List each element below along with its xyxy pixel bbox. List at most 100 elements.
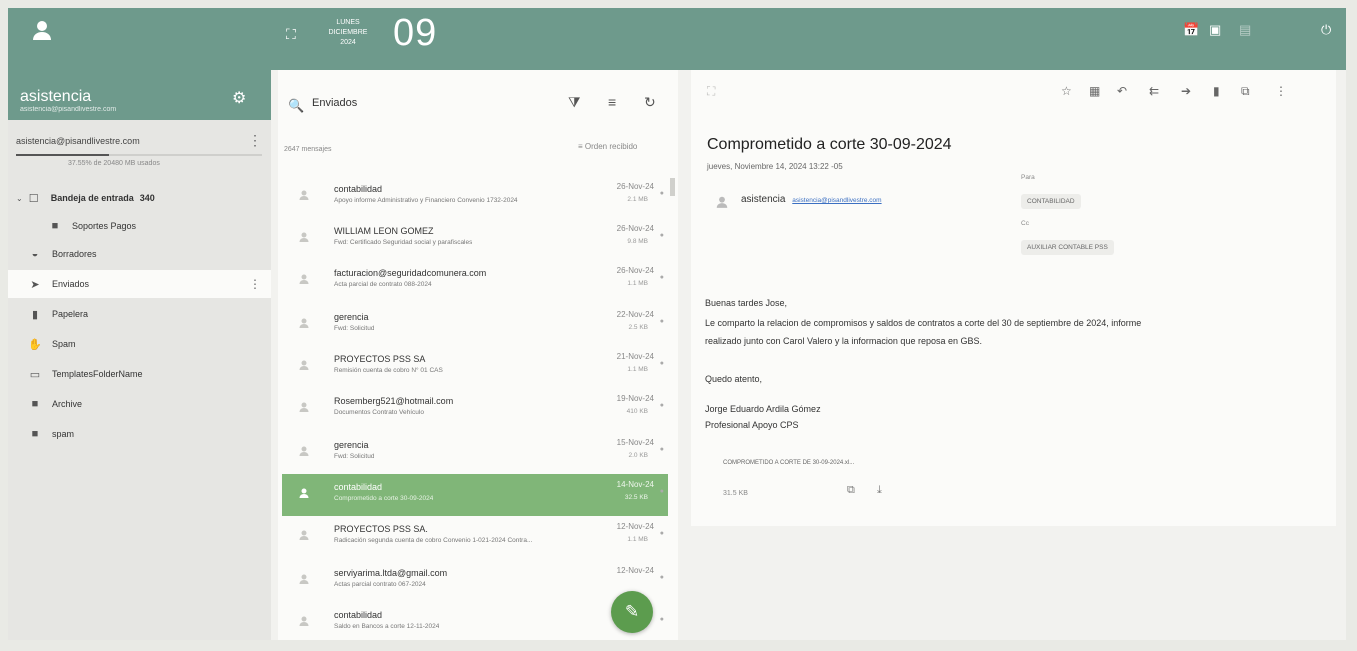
spam-icon: ✋	[28, 339, 42, 351]
message-size: 1.1 MB	[627, 366, 648, 373]
image-icon[interactable]: ▦	[1089, 84, 1100, 98]
contacts-icon[interactable]: ▣	[1209, 22, 1221, 38]
message-size: 2.1 MB	[627, 196, 648, 203]
expand-icon[interactable]: ⛶	[707, 84, 715, 99]
folder-papelera[interactable]: ▮ Papelera	[8, 300, 271, 328]
folder-enviados[interactable]: ➤ Enviados ⋮	[8, 270, 271, 298]
compose-button[interactable]: ✎	[611, 591, 653, 633]
drafts-icon: ◒	[31, 248, 39, 260]
folder-spam[interactable]: ✋ Spam	[8, 330, 271, 358]
message-row[interactable]: PROYECTOS PSS SA. Radicación segunda cuen…	[282, 516, 668, 558]
refresh-icon[interactable]: ↻	[644, 94, 656, 111]
message-row[interactable]: Rosemberg521@hotmail.com Documentos Contr…	[282, 388, 668, 430]
message-row[interactable]: PROYECTOS PSS SA Remisión cuenta de cobro…	[282, 346, 668, 388]
message-size: 1.1 MB	[627, 536, 648, 543]
folder-icon: ■	[31, 398, 39, 410]
sender-avatar-icon	[299, 232, 309, 242]
message-subject: Fwd: Solicitud	[334, 325, 375, 332]
message-size: 410 KB	[626, 408, 648, 415]
cc-chip[interactable]: AUXILIAR CONTABLE PSS	[1021, 240, 1114, 255]
message-from: contabilidad	[334, 610, 383, 620]
account-row[interactable]: asistencia@pisandlivestre.com	[16, 136, 140, 146]
message-from: Rosemberg521@hotmail.com	[334, 396, 454, 406]
folder-spam-lower[interactable]: ■ spam	[8, 420, 271, 448]
search-icon[interactable]: 🔍	[288, 98, 304, 114]
folder-borradores[interactable]: ◒ Borradores	[8, 240, 271, 268]
user-avatar-icon[interactable]	[30, 18, 54, 42]
folder-templates[interactable]: ▭ TemplatesFolderName	[8, 360, 271, 388]
body-line: Buenas tardes Jose,	[705, 298, 788, 308]
message-subject: Saldo en Bancos a corte 12-11-2024	[334, 623, 440, 630]
folder-label: Spam	[52, 339, 76, 349]
message-size: 1.1 MB	[627, 280, 648, 287]
message-row[interactable]: contabilidad Saldo en Bancos a corte 12-1…	[282, 602, 668, 640]
gear-icon[interactable]: ⚙	[232, 88, 246, 108]
message-subject: Apoyo informe Administrativo y Financier…	[334, 197, 518, 204]
sender-avatar-icon	[299, 488, 309, 498]
webmail-app: asistencia asistencia@pisandlivestre.com…	[8, 8, 1346, 640]
unread-dot-icon: ●	[659, 190, 664, 197]
sender-avatar-icon	[299, 360, 309, 370]
message-row[interactable]: contabilidad Apoyo informe Administrativo…	[282, 176, 668, 218]
unread-dot-icon: ●	[659, 574, 664, 581]
message-size: 32.5 KB	[624, 494, 648, 501]
unread-dot-icon: ●	[659, 274, 664, 281]
more-vert-icon[interactable]: ⋮	[249, 277, 261, 291]
download-icon[interactable]: ⤓	[877, 484, 882, 497]
sort-order[interactable]: ≡ Orden recibido	[578, 142, 637, 151]
send-icon: ➤	[30, 279, 40, 291]
sender-avatar-icon	[299, 318, 309, 328]
top-bar: ⛶ LUNES DICIEMBRE 2024 09 📅 ▣ ▤ ⏻	[271, 8, 1346, 70]
more-vert-icon[interactable]: ⋮	[1275, 84, 1287, 98]
to-chip[interactable]: CONTABILIDAD	[1021, 194, 1081, 209]
sort-icon[interactable]: ≡	[608, 94, 616, 110]
unread-dot-icon: ●	[659, 488, 664, 495]
sender-name: asistencia	[741, 194, 786, 205]
message-from: serviyarima.ltda@gmail.com	[334, 568, 448, 578]
message-row[interactable]: gerencia Fwd: Solicitud 22-Nov-24 2.5 KB ●	[282, 304, 668, 346]
delete-icon[interactable]: ▮	[1213, 84, 1220, 98]
reply-icon[interactable]: ↶	[1117, 84, 1127, 98]
body-line: Profesional Apoyo CPS	[705, 420, 799, 430]
attachment-name: COMPROMETIDO A CORTE DE 30-09-2024.xl...	[723, 460, 855, 466]
star-icon[interactable]: ☆	[1061, 84, 1072, 98]
body-line: Quedo atento,	[705, 374, 763, 384]
message-row[interactable]: WILLIAM LEON GOMEZ Fwd: Certificado Segur…	[282, 218, 668, 260]
sender-email[interactable]: asistencia@pisandlivestre.com	[792, 197, 881, 204]
fullscreen-icon[interactable]: ⛶	[286, 26, 296, 43]
scrollbar[interactable]	[670, 178, 675, 196]
message-size: 9.8 MB	[627, 238, 648, 245]
message-subject: Fwd: Solicitud	[334, 453, 375, 460]
message-from: gerencia	[334, 440, 369, 450]
filter-icon[interactable]: ⧩	[568, 94, 581, 111]
message-subject: Comprometido a corte 30-09-2024	[334, 495, 434, 502]
message-row[interactable]: gerencia Fwd: Solicitud 15-Nov-24 2.0 KB ●	[282, 432, 668, 474]
calendar-icon[interactable]: 📅	[1183, 22, 1199, 38]
weekday: LUNES	[336, 19, 360, 26]
forward-icon[interactable]: ➔	[1181, 84, 1191, 98]
open-external-icon[interactable]: ⧉	[847, 484, 855, 497]
collapse-chevron-icon[interactable]: ⌄	[16, 194, 23, 203]
message-row[interactable]: serviyarima.ltda@gmail.com Actas parcial …	[282, 560, 668, 602]
quota-text: 37.55% de 20480 MB usados	[68, 160, 160, 167]
attachment[interactable]: COMPROMETIDO A CORTE DE 30-09-2024.xl...…	[711, 454, 911, 510]
message-date: 21-Nov-24	[616, 352, 654, 361]
message-size: 2.0 KB	[628, 452, 648, 459]
notes-icon[interactable]: ▤	[1239, 22, 1251, 38]
sender-avatar-icon	[299, 402, 309, 412]
message-row[interactable]: contabilidad Comprometido a corte 30-09-2…	[282, 474, 668, 516]
search-input[interactable]	[310, 96, 514, 110]
folder-label: Archive	[52, 399, 83, 409]
folder-inbox[interactable]: ⌄ ☐ Bandeja de entrada 340	[8, 184, 271, 212]
sort-order-label: Orden recibido	[584, 142, 638, 151]
message-row[interactable]: facturacion@seguridadcomunera.com Acta pa…	[282, 260, 668, 302]
more-vert-icon[interactable]: ⋮	[248, 132, 262, 149]
power-icon[interactable]: ⏻	[1321, 22, 1331, 38]
folder-archive[interactable]: ■ Archive	[8, 390, 271, 418]
reply-all-icon[interactable]: ⇇	[1149, 84, 1159, 98]
year: 2024	[340, 39, 356, 46]
folder-soportes-pagos[interactable]: ■ Soportes Pagos	[8, 212, 271, 240]
unread-dot-icon: ●	[659, 616, 664, 623]
open-external-icon[interactable]: ⧉	[1241, 84, 1250, 99]
message-from: PROYECTOS PSS SA	[334, 354, 426, 364]
